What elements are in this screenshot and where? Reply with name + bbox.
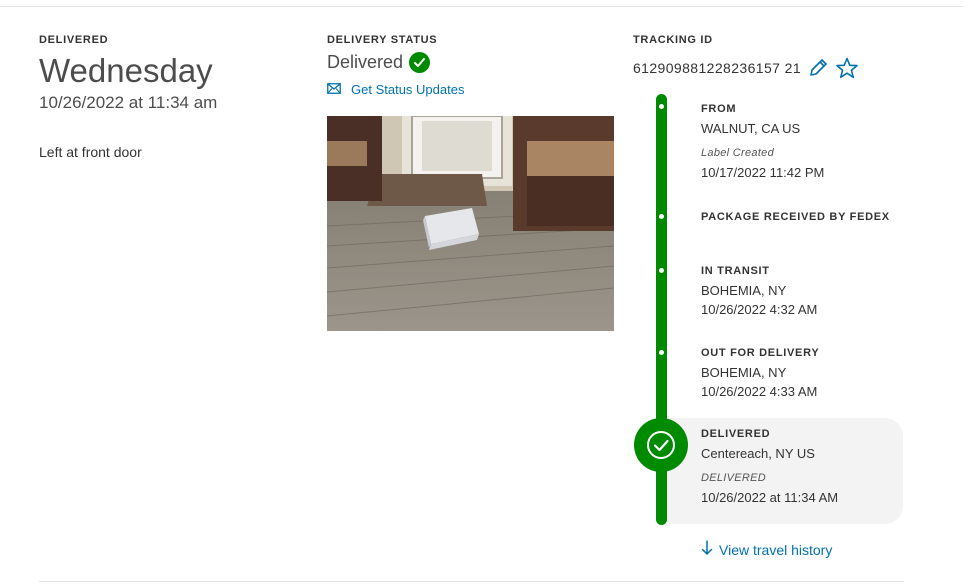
mail-icon <box>327 82 341 97</box>
delivered-summary: DELIVERED Wednesday 10/26/2022 at 11:34 … <box>39 34 299 160</box>
event-location: Centereach, NY US <box>701 446 815 461</box>
delivery-status: Delivered <box>327 52 617 73</box>
event-note: DELIVERED <box>701 472 767 484</box>
timeline-dot <box>659 350 664 355</box>
event-location: WALNUT, CA US <box>701 121 801 136</box>
event-title: PACKAGE RECEIVED BY FEDEX <box>701 211 890 223</box>
delivery-datetime: 10/26/2022 at 11:34 am <box>39 93 218 112</box>
delivery-status-section: DELIVERY STATUS Delivered Get Status Upd… <box>327 34 617 331</box>
event-datetime: 10/17/2022 11:42 PM <box>701 165 825 180</box>
delivery-status-label: DELIVERY STATUS <box>327 34 438 46</box>
event-note: Label Created <box>701 147 775 159</box>
pencil-icon[interactable] <box>807 57 829 79</box>
top-divider <box>0 6 963 7</box>
event-title: FROM <box>701 103 737 115</box>
event-datetime: 10/26/2022 4:32 AM <box>701 302 818 317</box>
check-icon <box>409 52 431 73</box>
delivery-day: Wednesday <box>39 52 213 89</box>
timeline-event-in-transit: IN TRANSIT BOHEMIA, NY 10/26/2022 4:32 A… <box>701 262 817 319</box>
timeline-event-received: PACKAGE RECEIVED BY FEDEX <box>701 208 890 227</box>
arrow-down-icon <box>701 540 713 559</box>
view-travel-history-label: View travel history <box>719 541 833 558</box>
bottom-divider <box>39 581 904 582</box>
event-location: BOHEMIA, NY <box>701 283 787 298</box>
delivery-note: Left at front door <box>39 144 142 160</box>
timeline-event-out-for-delivery: OUT FOR DELIVERY BOHEMIA, NY 10/26/2022 … <box>701 344 819 401</box>
event-title: OUT FOR DELIVERY <box>701 347 820 359</box>
tracking-id-row: 612909881228236157 21 <box>633 57 933 79</box>
star-icon[interactable] <box>835 57 859 79</box>
event-title: IN TRANSIT <box>701 265 770 277</box>
event-title: DELIVERED <box>701 428 771 440</box>
event-datetime: 10/26/2022 at 11:34 AM <box>701 490 839 505</box>
tracking-section: TRACKING ID 612909881228236157 21 <box>633 34 933 79</box>
delivery-photo[interactable] <box>327 116 614 331</box>
timeline-dot <box>659 268 664 273</box>
delivered-label: DELIVERED <box>39 34 109 46</box>
timeline-dot <box>659 104 664 109</box>
get-status-updates-link[interactable]: Get Status Updates <box>327 82 617 97</box>
view-travel-history-link[interactable]: View travel history <box>701 540 832 559</box>
delivered-check-icon <box>634 418 688 472</box>
timeline-dot <box>659 214 664 219</box>
event-datetime: 10/26/2022 4:33 AM <box>701 384 818 399</box>
get-status-updates-label: Get Status Updates <box>351 82 465 97</box>
timeline-event-delivered: DELIVERED Centereach, NY US DELIVERED 10… <box>701 425 838 507</box>
delivery-status-text: Delivered <box>327 52 404 72</box>
event-location: BOHEMIA, NY <box>701 365 787 380</box>
tracking-id-value: 612909881228236157 21 <box>633 60 802 76</box>
tracking-id-label: TRACKING ID <box>633 34 713 46</box>
timeline-event-from: FROM WALNUT, CA US Label Created 10/17/2… <box>701 100 824 182</box>
